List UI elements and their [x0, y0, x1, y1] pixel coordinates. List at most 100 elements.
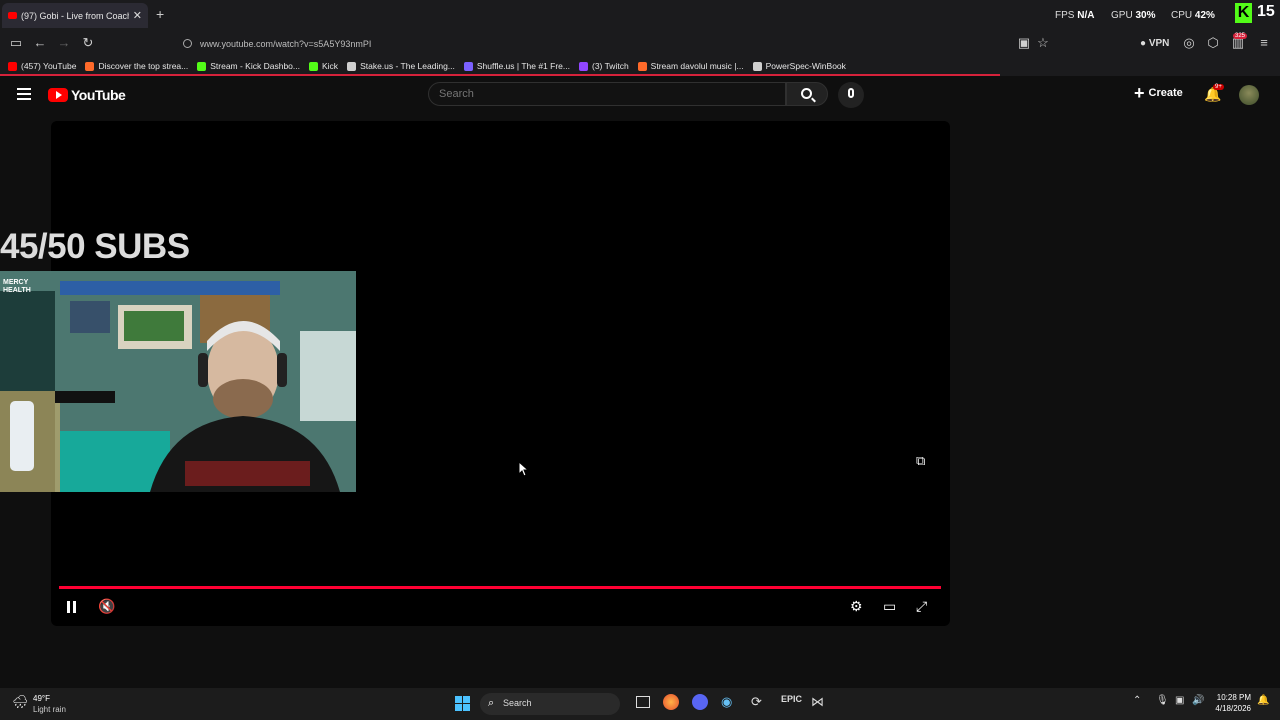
search-icon — [801, 88, 812, 99]
bookmark-favicon-icon — [309, 61, 318, 71]
bookmark-item[interactable]: Stream davolul music |... — [637, 61, 744, 71]
kick-logo-icon: K — [1235, 3, 1252, 23]
microphone-tray-icon[interactable]: 🎙 — [1156, 695, 1169, 706]
forward-icon[interactable]: → — [56, 35, 72, 50]
volume-icon[interactable]: 🔊 — [1192, 695, 1204, 706]
mute-icon[interactable]: 🔇 — [98, 598, 115, 615]
kick-count: 15 — [1257, 3, 1275, 20]
bookmark-favicon-icon — [347, 61, 357, 71]
search-input[interactable] — [428, 82, 786, 106]
bookmark-item[interactable]: Shuffle.us | The #1 Fre... — [463, 61, 570, 71]
notifications-badge: 9+ — [1213, 84, 1224, 90]
theater-mode-icon[interactable]: ▭ — [883, 598, 896, 615]
youtube-favicon-icon — [8, 12, 17, 19]
gpu-value: 30% — [1135, 10, 1156, 21]
cpu-label: CPU — [1171, 10, 1193, 21]
network-icon[interactable]: ▣ — [1175, 695, 1184, 706]
voice-search-button[interactable] — [838, 82, 864, 108]
reload-icon[interactable]: ↻ — [80, 35, 96, 51]
bookmark-item[interactable]: (457) YouTube — [8, 61, 76, 71]
bookmark-item[interactable]: Discover the top strea... — [85, 61, 188, 71]
bookmark-favicon-icon — [85, 61, 95, 71]
taskbar-date[interactable]: 4/18/2026 — [1209, 704, 1251, 713]
back-icon[interactable]: ← — [32, 35, 48, 50]
tab-title: (97) Gobi - Live from Coachella — [21, 10, 129, 21]
menu-icon[interactable]: ≡ — [1256, 35, 1272, 50]
cpu-value: 42% — [1194, 10, 1215, 21]
browser-toolbar: ▭ ← → ↻ www.youtube.com/watch?v=s5A5Y93n… — [0, 30, 1280, 56]
guide-menu-icon[interactable] — [17, 88, 31, 103]
bookmark-label: Shuffle.us | The #1 Fre... — [476, 61, 570, 71]
notifications-center-icon[interactable]: 🔔 — [1257, 695, 1269, 706]
avatar[interactable] — [1239, 85, 1259, 105]
browser-tab-active[interactable]: (97) Gobi - Live from Coachella ✕ — [2, 3, 148, 28]
create-button[interactable]: + Create — [1134, 83, 1183, 103]
taskbar-search-label: Search — [503, 698, 532, 708]
fullscreen-icon[interactable]: ⤢ — [916, 598, 927, 615]
new-tab-button[interactable]: + — [156, 6, 164, 22]
vpn-button[interactable]: ● VPN — [1140, 38, 1169, 49]
bookmark-star-icon[interactable]: ☆ — [1035, 35, 1051, 51]
bookmark-item[interactable]: PowerSpec-WinBook — [752, 61, 846, 71]
app-icon-1[interactable]: ⟳ — [751, 694, 762, 710]
bookmark-favicon-icon — [752, 61, 762, 71]
plus-icon: + — [1134, 83, 1145, 103]
bookmark-item[interactable]: Kick — [309, 61, 338, 71]
pause-button[interactable] — [67, 601, 77, 613]
settings-gear-icon[interactable]: ⚙ — [850, 598, 863, 615]
site-info-icon[interactable] — [183, 39, 192, 48]
taskbar-time[interactable]: 10:28 PM — [1213, 693, 1251, 702]
mercy-health-sign: MERCY HEALTH — [3, 279, 31, 294]
firefox-icon[interactable] — [663, 694, 679, 710]
steam-icon[interactable]: ◉ — [721, 694, 732, 710]
reader-view-icon[interactable]: ▣ — [1016, 35, 1032, 51]
youtube-play-icon — [48, 88, 68, 102]
youtube-header: YouTube +Create 🔔 9+ — [0, 76, 1280, 114]
windows-start-icon[interactable] — [455, 696, 470, 711]
address-bar[interactable]: www.youtube.com/watch?v=s5A5Y93nmPI — [175, 33, 1060, 54]
tray-overflow-icon[interactable]: ⌃ — [1133, 695, 1141, 706]
cpu-stat: CPU 42% — [1171, 10, 1215, 21]
bookmark-label: Stream - Kick Dashbo... — [210, 61, 300, 71]
bookmark-favicon-icon — [578, 61, 588, 71]
search-button[interactable] — [786, 82, 828, 106]
epic-games-icon[interactable]: EPIC — [781, 694, 802, 704]
create-label: Create — [1148, 87, 1183, 99]
weather-icon: 🌧 — [12, 694, 29, 709]
url-text: www.youtube.com/watch?v=s5A5Y93nmPI — [200, 38, 372, 49]
fps-value: N/A — [1077, 10, 1095, 21]
gpu-label: GPU — [1111, 10, 1133, 21]
sidebar-toggle-icon[interactable]: ▭ — [8, 35, 24, 51]
extension-badge: 325 — [1233, 33, 1248, 39]
discord-icon[interactable] — [692, 694, 708, 710]
mouse-cursor-icon — [518, 461, 530, 477]
extensions-icon[interactable]: ⬡ — [1205, 35, 1221, 51]
microphone-icon — [848, 88, 854, 98]
weather-temp: 49°F — [33, 694, 50, 703]
bookmark-item[interactable]: Stake.us - The Leading... — [347, 61, 455, 71]
pause-icon — [67, 601, 70, 613]
app-icon-2[interactable]: ⋈ — [811, 694, 824, 710]
taskbar-search-icon: ⌕ — [488, 697, 495, 709]
bookmark-label: (457) YouTube — [21, 61, 77, 71]
windows-taskbar: 🌧 49°F Light rain ⌕ Search ◉ ⟳ EPIC ⋈ ⌃ … — [0, 688, 1280, 720]
bookmark-favicon-icon — [637, 61, 647, 71]
video-progress-bar[interactable] — [59, 586, 941, 589]
youtube-logo[interactable]: YouTube — [48, 87, 126, 103]
tab-close-icon[interactable]: ✕ — [133, 9, 142, 22]
taskbar-search[interactable]: ⌕ Search — [480, 693, 620, 715]
gpu-stat: GPU 30% — [1111, 10, 1155, 21]
account-icon[interactable]: ◎ — [1181, 35, 1197, 51]
bookmark-item[interactable]: Stream - Kick Dashbo... — [197, 61, 300, 71]
bookmark-favicon-icon — [463, 61, 473, 71]
subs-goal-overlay: 45/50 SUBS — [0, 227, 190, 266]
weather-desc: Light rain — [33, 705, 66, 714]
bookmark-item[interactable]: (3) Twitch — [578, 61, 629, 71]
bookmark-label: Kick — [322, 61, 339, 71]
miniplayer-icon[interactable]: ⧉ — [916, 453, 925, 469]
webcam-image — [0, 271, 356, 492]
bookmark-label: Stake.us - The Leading... — [360, 61, 455, 71]
bookmark-label: Stream davolul music |... — [650, 61, 744, 71]
task-view-icon[interactable] — [636, 696, 650, 708]
youtube-wordmark: YouTube — [71, 87, 126, 103]
